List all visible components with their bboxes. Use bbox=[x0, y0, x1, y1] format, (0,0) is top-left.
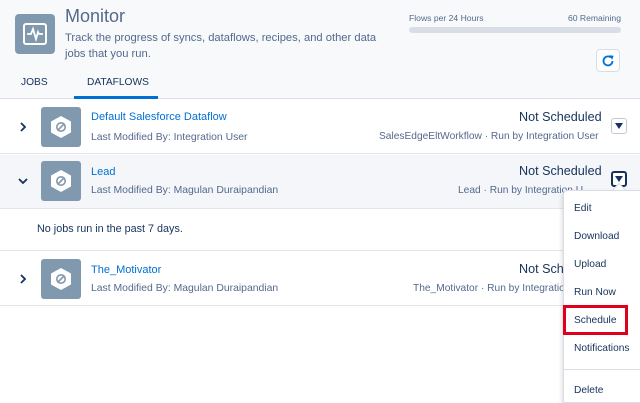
dataflow-row-expanded[interactable]: Lead Last Modified By: Magulan Duraipand… bbox=[0, 155, 640, 209]
menu-item-notifications[interactable]: Notifications bbox=[574, 343, 630, 354]
dataflow-last-modified: Last Modified By: Integration User bbox=[91, 132, 248, 143]
dataflow-name-link[interactable]: Default Salesforce Dataflow bbox=[91, 111, 227, 123]
row-actions-menu: Edit Download Upload Run Now Schedule No… bbox=[563, 190, 640, 403]
refresh-icon bbox=[602, 54, 614, 66]
tab-jobs[interactable]: JOBS bbox=[21, 77, 48, 88]
chevron-down-icon bbox=[615, 123, 623, 129]
dataflow-row[interactable]: The_Motivator Last Modified By: Magulan … bbox=[0, 252, 640, 306]
flows-limit-label: Flows per 24 Hours bbox=[409, 13, 484, 23]
menu-item-delete[interactable]: Delete bbox=[574, 385, 603, 396]
tab-selected-indicator bbox=[74, 96, 158, 99]
flows-usage-bar bbox=[409, 27, 621, 33]
monitor-heartbeat-icon bbox=[15, 14, 55, 54]
dataflow-last-modified: Last Modified By: Magulan Duraipandian bbox=[91, 283, 279, 294]
menu-item-run-now[interactable]: Run Now bbox=[574, 287, 616, 298]
dataflow-schedule-status: Not Scheduled bbox=[519, 164, 602, 178]
dataflow-name-link[interactable]: The_Motivator bbox=[91, 264, 161, 276]
schedule-highlight-box bbox=[563, 305, 628, 335]
menu-item-download[interactable]: Download bbox=[574, 231, 619, 242]
row-actions-button[interactable] bbox=[611, 118, 627, 134]
page-header: Monitor Track the progress of syncs, dat… bbox=[0, 0, 640, 99]
dataflow-run-info: SalesEdgeEltWorkflow · Run by Integratio… bbox=[379, 131, 599, 142]
dataflow-icon bbox=[41, 161, 81, 201]
page-title: Monitor bbox=[65, 6, 126, 26]
flows-remaining-count: 60 Remaining bbox=[567, 13, 621, 23]
dataflow-schedule-status: Not Scheduled bbox=[519, 110, 602, 124]
dataflow-icon bbox=[41, 259, 81, 299]
dataflow-icon bbox=[41, 107, 81, 147]
collapse-chevron-down-icon[interactable] bbox=[14, 172, 32, 190]
dataflow-jobs-panel: No jobs run in the past 7 days. bbox=[0, 209, 640, 251]
page-subtitle: Track the progress of syncs, dataflows, … bbox=[65, 32, 377, 60]
dataflow-row[interactable]: Default Salesforce Dataflow Last Modifie… bbox=[0, 100, 640, 154]
expand-chevron-right-icon[interactable] bbox=[14, 270, 32, 288]
empty-jobs-message: No jobs run in the past 7 days. bbox=[37, 223, 183, 235]
menu-item-upload[interactable]: Upload bbox=[574, 259, 606, 270]
tab-dataflows[interactable]: DATAFLOWS bbox=[87, 77, 149, 88]
dataflow-name-link[interactable]: Lead bbox=[91, 166, 115, 178]
menu-item-edit[interactable]: Edit bbox=[574, 203, 592, 214]
refresh-button[interactable] bbox=[596, 49, 620, 72]
menu-divider bbox=[564, 369, 640, 370]
expand-chevron-right-icon[interactable] bbox=[14, 118, 32, 136]
chevron-down-icon bbox=[615, 176, 623, 182]
dataflow-last-modified: Last Modified By: Magulan Duraipandian bbox=[91, 185, 279, 196]
dataflow-run-info: The_Motivator · Run by Integratio bbox=[413, 283, 565, 294]
